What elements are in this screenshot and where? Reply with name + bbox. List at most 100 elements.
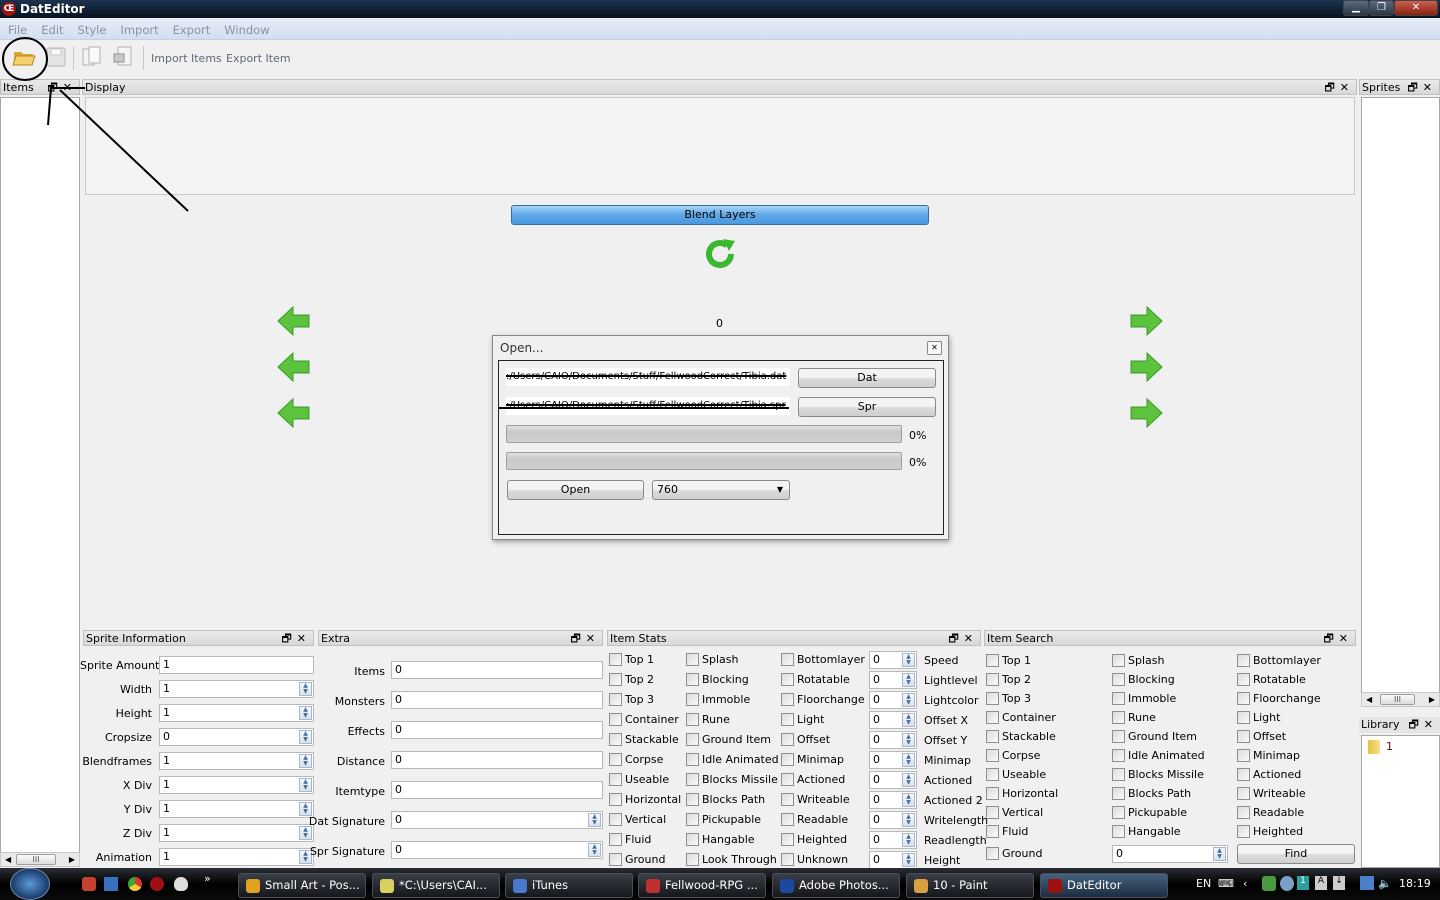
spinner-arrows[interactable]: ▲ ▼ (299, 826, 312, 840)
checkbox[interactable] (781, 673, 794, 686)
checkbox[interactable] (986, 825, 999, 838)
checkbox[interactable] (781, 853, 794, 866)
checkbox[interactable] (609, 753, 622, 766)
dat-path-input[interactable]: :/Users/CAIO/Documents/Stuff/FellwoodCor… (506, 368, 790, 386)
checkbox-label[interactable]: Idle Animated (1128, 749, 1205, 762)
save-icon[interactable] (44, 46, 68, 68)
checkbox[interactable] (1237, 825, 1250, 838)
checkbox[interactable] (686, 733, 699, 746)
checkbox-label[interactable]: Horizontal (625, 793, 681, 806)
sprite-info-input[interactable]: 1 ▲ ▼ (159, 680, 314, 698)
checkbox-label[interactable]: Readable (797, 813, 848, 826)
copy-icon[interactable] (80, 46, 104, 68)
sprite-info-input[interactable]: 1 ▲ ▼ (159, 776, 314, 794)
spinner-arrows[interactable]: ▲ ▼ (902, 713, 915, 727)
extra-input[interactable]: 0 (391, 781, 603, 799)
spinner-arrows[interactable]: ▲ ▼ (902, 753, 915, 767)
items-scrollbar[interactable]: ◀ III ▶ (0, 852, 80, 867)
spinner-arrows[interactable]: ▲ ▼ (902, 773, 915, 787)
checkbox[interactable] (609, 733, 622, 746)
previous-arrow-icon[interactable] (277, 305, 311, 337)
checkbox[interactable] (781, 813, 794, 826)
checkbox[interactable] (686, 753, 699, 766)
checkbox-label[interactable]: Fluid (625, 833, 651, 846)
network-status-icon[interactable] (1262, 876, 1276, 891)
checkbox-label[interactable]: Bottomlayer (797, 653, 865, 666)
spinner-arrows[interactable]: ▲ ▼ (588, 813, 601, 827)
panel-float-close-icons[interactable]: 🗗✕ (1323, 631, 1353, 646)
sprite-info-input[interactable]: 1 ▲ ▼ (159, 752, 314, 770)
checkbox[interactable] (686, 793, 699, 806)
sprite-info-input[interactable]: 1 ▲ ▼ (159, 704, 314, 722)
menu-file[interactable]: File (0, 18, 33, 37)
checkbox-label[interactable]: Heighted (1253, 825, 1303, 838)
taskbar-button[interactable]: Small Art - Pos... (238, 873, 366, 898)
checkbox[interactable] (1237, 654, 1250, 667)
spinner-arrows[interactable]: ▲ ▼ (902, 653, 915, 667)
items-list[interactable] (0, 97, 80, 853)
spinner-arrows[interactable]: ▲ ▼ (902, 793, 915, 807)
keyboard-icon[interactable]: ⌨ (1218, 877, 1234, 890)
checkbox[interactable] (1112, 825, 1125, 838)
checkbox-label[interactable]: Vertical (1002, 806, 1043, 819)
refresh-icon[interactable] (701, 235, 739, 273)
checkbox[interactable] (986, 749, 999, 762)
checkbox[interactable] (986, 673, 999, 686)
sprite-info-input[interactable]: 1 (159, 656, 314, 674)
checkbox-label[interactable]: Stackable (625, 733, 679, 746)
sprites-scrollbar[interactable]: ◀ III ▶ (1361, 692, 1440, 707)
checkbox[interactable] (609, 653, 622, 666)
previous-arrow-icon[interactable] (277, 397, 311, 429)
checkbox-label[interactable]: Minimap (797, 753, 844, 766)
checkbox[interactable] (686, 673, 699, 686)
checkbox[interactable] (1112, 806, 1125, 819)
checkbox-label[interactable]: Top 1 (625, 653, 654, 666)
stat-spinbox[interactable]: 0 ▲ ▼ (869, 791, 917, 809)
checkbox[interactable] (781, 793, 794, 806)
taskbar-button[interactable]: DatEditor (1040, 873, 1168, 898)
previous-arrow-icon[interactable] (277, 351, 311, 383)
checkbox[interactable] (1237, 749, 1250, 762)
checkbox-label[interactable]: Container (1002, 711, 1056, 724)
checkbox-label[interactable]: Rune (1128, 711, 1156, 724)
gauge-icon[interactable] (1280, 876, 1294, 891)
checkbox[interactable] (1237, 730, 1250, 743)
checkbox[interactable] (1112, 711, 1125, 724)
checkbox[interactable] (1237, 768, 1250, 781)
checkbox[interactable] (1112, 749, 1125, 762)
taskbar-button[interactable]: Fellwood-RPG ... (638, 873, 766, 898)
next-arrow-icon[interactable] (1129, 351, 1163, 383)
checkbox[interactable] (781, 713, 794, 726)
extra-input[interactable]: 0 ▲ ▼ (391, 811, 603, 829)
search-value-input[interactable]: 0 ▲ ▼ (1112, 845, 1228, 863)
checkbox[interactable] (1237, 787, 1250, 800)
checkbox-label[interactable]: Floorchange (797, 693, 865, 706)
spinner-arrows[interactable]: ▲ ▼ (1213, 847, 1226, 861)
panel-float-close-icons[interactable]: 🗗✕ (47, 80, 77, 95)
open-button[interactable]: Open (507, 480, 644, 500)
next-arrow-icon[interactable] (1129, 397, 1163, 429)
menu-window[interactable]: Window (216, 18, 275, 37)
stat-spinbox[interactable]: 0 ▲ ▼ (869, 711, 917, 729)
checkbox-label[interactable]: Idle Animated (702, 753, 779, 766)
blend-layers-button[interactable]: Blend Layers (511, 205, 929, 225)
open-folder-icon[interactable] (12, 46, 36, 68)
panel-float-close-icons[interactable]: 🗗✕ (1324, 80, 1354, 95)
sprite-info-input[interactable]: 0 ▲ ▼ (159, 728, 314, 746)
stat-spinbox[interactable]: 0 ▲ ▼ (869, 771, 917, 789)
show-hidden-icon[interactable]: ‹ (1243, 877, 1247, 890)
checkbox-label[interactable]: Ground (1002, 847, 1042, 860)
checkbox-label[interactable]: Container (625, 713, 679, 726)
checkbox[interactable] (986, 711, 999, 724)
stat-spinbox[interactable]: 0 ▲ ▼ (869, 691, 917, 709)
checkbox[interactable] (609, 793, 622, 806)
checkbox-label[interactable]: Blocks Path (1128, 787, 1191, 800)
checkbox-label[interactable]: Bottomlayer (1253, 654, 1321, 667)
checkbox[interactable] (781, 693, 794, 706)
menu-export[interactable]: Export (165, 18, 217, 37)
checkbox[interactable] (609, 813, 622, 826)
checkbox-label[interactable]: Unknown (797, 853, 848, 866)
checkbox[interactable] (686, 693, 699, 706)
checkbox-label[interactable]: Blocks Missile (1128, 768, 1204, 781)
checkbox-label[interactable]: Rune (702, 713, 730, 726)
